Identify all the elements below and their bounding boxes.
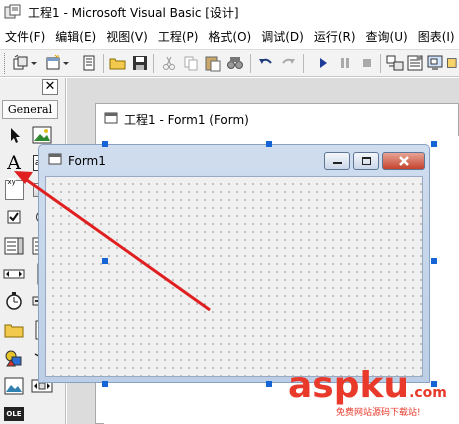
resize-handle-left[interactable] bbox=[102, 258, 108, 264]
resize-handle-top-left[interactable] bbox=[102, 141, 108, 147]
menu-query[interactable]: 查询(U) bbox=[361, 28, 413, 45]
menu-bar: 文件(F) 编辑(E) 视图(V) 工程(P) 格式(O) 调试(D) 运行(R… bbox=[0, 25, 459, 47]
form-document-icon bbox=[104, 111, 118, 128]
form1-caption: Form1 bbox=[68, 153, 106, 168]
form-layout-icon[interactable] bbox=[426, 54, 444, 72]
menu-run[interactable]: 运行(R) bbox=[309, 28, 361, 45]
find-icon[interactable] bbox=[226, 54, 244, 72]
menu-format[interactable]: 格式(O) bbox=[203, 28, 256, 45]
menu-diagram[interactable]: 图表(I) bbox=[413, 28, 459, 45]
designer-titlebar[interactable]: 工程1 - Form1 (Form) bbox=[96, 104, 458, 134]
toolbar-separator-5 bbox=[380, 54, 381, 73]
resize-handle-bottom-left[interactable] bbox=[102, 381, 108, 387]
shape-icon[interactable] bbox=[2, 346, 26, 370]
frame-glyph: xy bbox=[7, 178, 16, 186]
maximize-button[interactable] bbox=[353, 152, 379, 170]
copy-icon[interactable] bbox=[182, 54, 200, 72]
toolbar-separator-4 bbox=[303, 54, 304, 73]
standard-toolbar bbox=[0, 49, 459, 77]
redo-icon[interactable] bbox=[279, 54, 297, 72]
label-glyph: A bbox=[7, 152, 21, 174]
close-icon bbox=[398, 156, 409, 166]
save-project-icon[interactable] bbox=[131, 54, 149, 72]
form1-client-area[interactable] bbox=[45, 176, 423, 377]
form1-window[interactable]: Form1 bbox=[38, 144, 430, 383]
maximize-icon bbox=[361, 157, 371, 165]
paste-icon[interactable] bbox=[204, 54, 222, 72]
watermark-tagline: 免费网站源码下载站! bbox=[336, 408, 421, 418]
object-browser-icon[interactable] bbox=[446, 54, 459, 72]
start-icon[interactable] bbox=[314, 54, 332, 72]
checkbox-icon[interactable] bbox=[2, 205, 26, 229]
resize-handle-right[interactable] bbox=[431, 258, 437, 264]
cut-icon[interactable] bbox=[160, 54, 178, 72]
dirlistbox-icon[interactable] bbox=[2, 318, 26, 342]
dropdown-arrow-icon-2[interactable] bbox=[62, 54, 70, 72]
form-icon bbox=[48, 152, 62, 169]
pointer-icon[interactable] bbox=[3, 123, 27, 147]
menu-project[interactable]: 工程(P) bbox=[153, 28, 204, 45]
watermark-suffix: .com bbox=[409, 385, 447, 401]
menu-file[interactable]: 文件(F) bbox=[0, 28, 50, 45]
watermark-brand-text: aspku bbox=[288, 365, 410, 406]
ole-glyph: OLE bbox=[4, 407, 24, 421]
minimize-button[interactable] bbox=[324, 152, 350, 170]
title-bar: 工程1 - Microsoft Visual Basic [设计] bbox=[0, 0, 459, 24]
toolbar-grip[interactable] bbox=[4, 53, 7, 74]
menu-editor-icon[interactable] bbox=[80, 54, 98, 72]
image-icon[interactable] bbox=[2, 374, 26, 398]
open-project-icon[interactable] bbox=[109, 54, 127, 72]
break-icon[interactable] bbox=[336, 54, 354, 72]
minimize-icon bbox=[332, 162, 342, 164]
watermark: aspku.com 免费网站源码下载站! bbox=[288, 366, 456, 424]
add-project-icon[interactable] bbox=[12, 54, 30, 72]
toolbar-separator-3 bbox=[250, 54, 251, 73]
menu-debug[interactable]: 调试(D) bbox=[256, 28, 309, 45]
hscrollbar-icon[interactable] bbox=[2, 262, 26, 286]
label-icon[interactable]: A bbox=[2, 151, 26, 175]
menu-view[interactable]: 视图(V) bbox=[101, 28, 153, 45]
toolbox-close-button[interactable]: ✕ bbox=[42, 79, 58, 95]
toolbox-tab-general[interactable]: General bbox=[2, 100, 58, 119]
toolbar-separator-2 bbox=[153, 54, 154, 73]
vb-app-icon bbox=[4, 4, 22, 20]
end-icon[interactable] bbox=[358, 54, 376, 72]
timer-icon[interactable] bbox=[2, 289, 26, 313]
designer-title: 工程1 - Form1 (Form) bbox=[124, 112, 249, 127]
ole-icon[interactable]: OLE bbox=[2, 402, 26, 424]
resize-handle-bottom[interactable] bbox=[266, 381, 272, 387]
project-explorer-icon[interactable] bbox=[386, 54, 404, 72]
menu-edit[interactable]: 编辑(E) bbox=[50, 28, 101, 45]
dropdown-arrow-icon[interactable] bbox=[30, 54, 38, 72]
resize-handle-top-right[interactable] bbox=[431, 141, 437, 147]
properties-window-icon[interactable] bbox=[406, 54, 424, 72]
undo-icon[interactable] bbox=[257, 54, 275, 72]
window-title: 工程1 - Microsoft Visual Basic [设计] bbox=[28, 5, 239, 20]
resize-handle-top[interactable] bbox=[266, 141, 272, 147]
close-button[interactable] bbox=[382, 152, 425, 170]
toolbar-separator bbox=[103, 54, 104, 73]
combobox-icon[interactable] bbox=[2, 234, 26, 258]
frame-icon[interactable]: xy bbox=[2, 178, 26, 202]
add-form-icon[interactable] bbox=[44, 54, 62, 72]
